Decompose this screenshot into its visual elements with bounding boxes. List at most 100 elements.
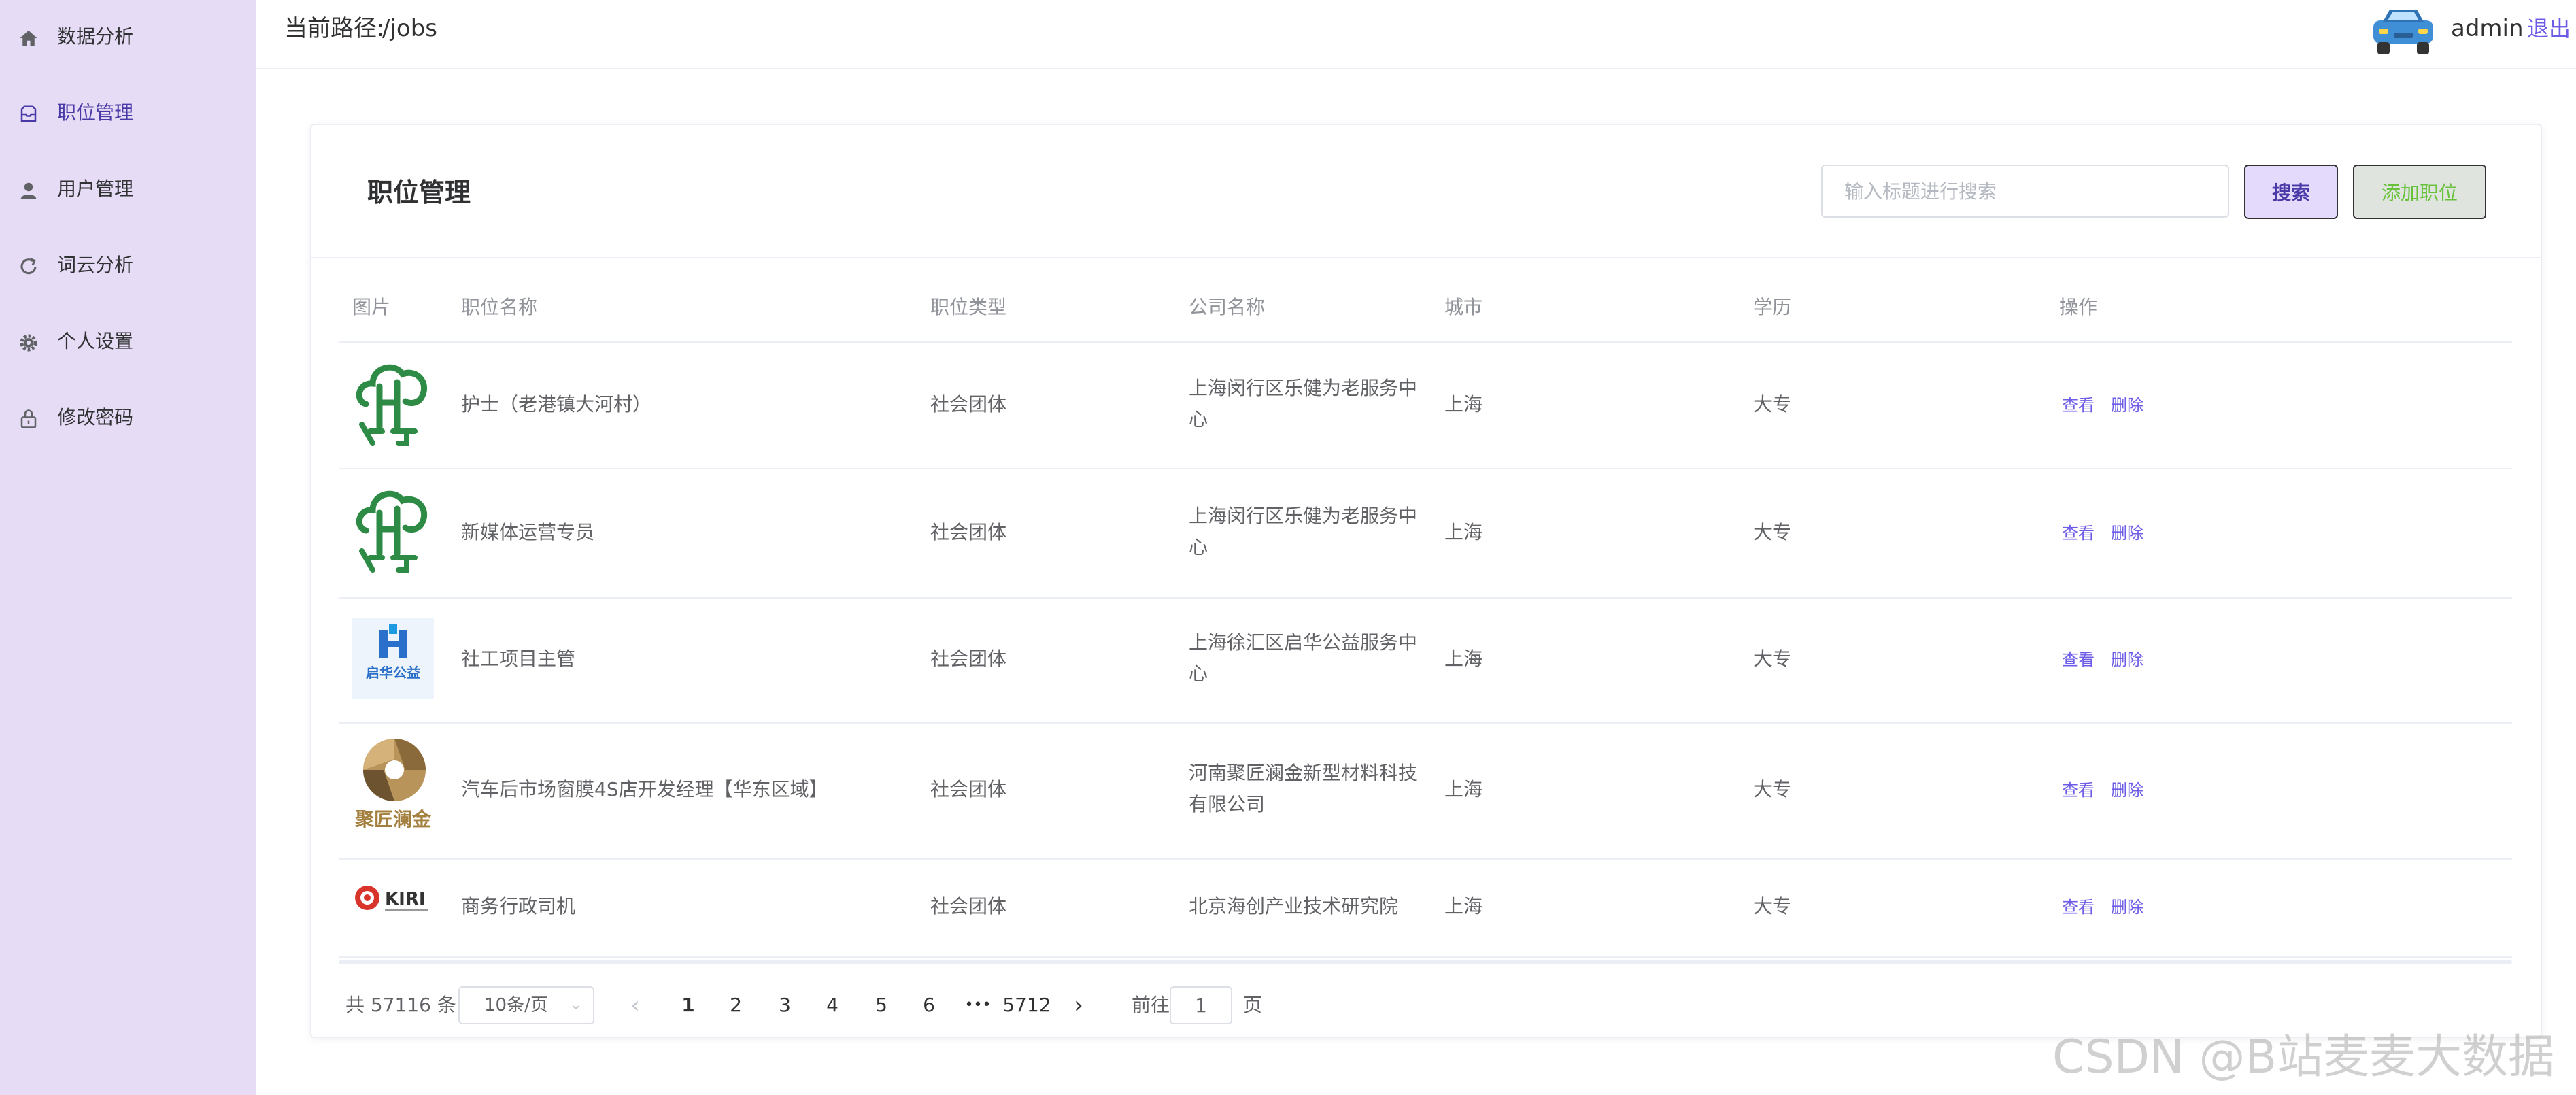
table-row: KIRI 商务行政司机 社会团体 北京海创产业技术研究院 上海 大专 查看 删除: [339, 858, 2512, 958]
city: 上海: [1444, 393, 1483, 416]
card-header: 职位管理 搜索 添加职位: [311, 125, 2541, 258]
page-number[interactable]: 2: [717, 986, 755, 1024]
inbox-icon: [15, 101, 42, 128]
company-name-line1: 上海闵行区乐健为老服务中: [1189, 505, 1418, 527]
watermark: CSDN @B站麦麦大数据: [2052, 1030, 2555, 1084]
company-name-line1: 北京海创产业技术研究院: [1189, 895, 1399, 917]
education: 大专: [1753, 647, 1792, 670]
sidebar-item-users[interactable]: 用户管理: [0, 152, 256, 229]
sidebar-item-wordcloud[interactable]: 词云分析: [0, 229, 256, 305]
lt-green-logo: [352, 488, 434, 573]
goto-page-input[interactable]: [1170, 986, 1232, 1024]
page-number[interactable]: 5: [862, 986, 900, 1024]
avatar[interactable]: [2369, 5, 2437, 57]
company-name-line1: 河南聚匠澜金新型材料科技: [1189, 762, 1418, 784]
education: 大专: [1753, 521, 1792, 543]
logout-link[interactable]: 退出: [2527, 12, 2571, 45]
view-button[interactable]: 查看: [2062, 392, 2095, 419]
page-number[interactable]: 5712: [1002, 986, 1051, 1024]
company-name-line2: 有限公司: [1189, 793, 1266, 815]
qihua-logo: 启华公益: [352, 618, 434, 699]
job-title: 新媒体运营专员: [461, 521, 595, 543]
sidebar-item-label: 用户管理: [57, 178, 134, 200]
sidebar-item-label: 个人设置: [57, 330, 134, 352]
sidebar-item-label: 词云分析: [57, 254, 134, 276]
page-number[interactable]: 6: [910, 986, 948, 1024]
svg-text:启华公益: 启华公益: [366, 664, 420, 681]
job-title: 护士（老港镇大河村）: [461, 393, 652, 416]
user-icon: [15, 177, 42, 204]
city: 上海: [1444, 521, 1483, 543]
delete-button[interactable]: 删除: [2111, 777, 2143, 804]
prev-page-button[interactable]: ‹: [616, 986, 654, 1024]
sidebar-item-label: 修改密码: [57, 406, 134, 428]
username: admin: [2451, 15, 2524, 42]
city: 上海: [1444, 895, 1483, 917]
page-size-value: 10条/页: [484, 995, 548, 1015]
top-header: 当前路径: /jobs admin 退出: [256, 0, 2576, 69]
next-page-button[interactable]: ›: [1060, 986, 1098, 1024]
view-button[interactable]: 查看: [2062, 520, 2095, 547]
svg-text:聚匠澜金: 聚匠澜金: [354, 808, 432, 830]
sidebar-item-jobs[interactable]: 职位管理: [0, 76, 256, 152]
job-title: 汽车后市场窗膜4S店开发经理【华东区域】: [461, 778, 828, 801]
company-name-line2: 心: [1189, 662, 1208, 685]
svg-text:KIRI: KIRI: [385, 889, 426, 909]
view-button[interactable]: 查看: [2062, 646, 2095, 673]
goto-label: 前往: [1132, 994, 1170, 1016]
jobs-card: 职位管理 搜索 添加职位 图片 职位名称 职位类型 公司名称 城市 学历 操作 …: [310, 124, 2542, 1038]
column-header-city: 城市: [1444, 296, 1483, 318]
job-type: 社会团体: [930, 521, 1007, 543]
table-row: 新媒体运营专员 社会团体 上海闵行区乐健为老服务中 心 上海 大专 查看 删除: [339, 468, 2512, 599]
sidebar-item-data-analysis[interactable]: 数据分析: [0, 0, 256, 76]
sidebar: 数据分析 职位管理 用户管理 词云分析 个人设置 修改密码: [0, 0, 256, 1095]
delete-button[interactable]: 删除: [2111, 894, 2143, 921]
education: 大专: [1753, 393, 1792, 416]
jujiang-logo: 聚匠澜金: [352, 736, 434, 831]
home-icon: [15, 24, 42, 52]
city: 上海: [1444, 647, 1483, 670]
page-size-select[interactable]: 10条/页 ⌄: [458, 986, 594, 1024]
column-header-actions: 操作: [2059, 296, 2098, 318]
more-pages-ellipsis[interactable]: •••: [959, 986, 997, 1024]
sidebar-item-settings[interactable]: 个人设置: [0, 305, 256, 381]
sidebar-item-label: 职位管理: [57, 101, 134, 124]
page-number[interactable]: 3: [766, 986, 804, 1024]
company-name-line1: 上海闵行区乐健为老服务中: [1189, 377, 1418, 399]
table-header: 图片 职位名称 职位类型 公司名称 城市 学历 操作: [339, 279, 2512, 343]
delete-button[interactable]: 删除: [2111, 520, 2143, 547]
education: 大专: [1753, 895, 1792, 917]
job-type: 社会团体: [930, 895, 1007, 917]
lt-green-logo: [352, 362, 434, 446]
city: 上海: [1444, 778, 1483, 801]
gear-icon: [15, 329, 42, 356]
page-title: 职位管理: [367, 178, 471, 207]
job-title: 社工项目主管: [461, 647, 576, 670]
job-title: 商务行政司机: [461, 895, 576, 917]
add-job-button[interactable]: 添加职位: [2353, 165, 2486, 219]
company-name-line2: 心: [1189, 536, 1208, 558]
refresh-icon: [15, 253, 42, 280]
page-number[interactable]: 1: [669, 986, 707, 1024]
delete-button[interactable]: 删除: [2111, 392, 2143, 419]
education: 大专: [1753, 778, 1792, 801]
job-type: 社会团体: [930, 393, 1007, 416]
company-name-line1: 上海徐汇区启华公益服务中: [1189, 631, 1418, 654]
delete-button[interactable]: 删除: [2111, 646, 2143, 673]
sidebar-item-password[interactable]: 修改密码: [0, 381, 256, 457]
chevron-down-icon: ⌄: [569, 996, 582, 1013]
table-horizontal-scrollbar[interactable]: [339, 960, 2512, 964]
table-row: 护士（老港镇大河村） 社会团体 上海闵行区乐健为老服务中 心 上海 大专 查看 …: [339, 341, 2512, 469]
column-header-type: 职位类型: [930, 296, 1007, 318]
table-row: 启华公益 社工项目主管 社会团体 上海徐汇区启华公益服务中 心 上海 大专 查看…: [339, 597, 2512, 724]
view-button[interactable]: 查看: [2062, 894, 2095, 921]
kiri-logo: KIRI: [352, 883, 434, 917]
view-button[interactable]: 查看: [2062, 777, 2095, 804]
sidebar-item-label: 数据分析: [57, 25, 134, 48]
search-button[interactable]: 搜索: [2244, 165, 2338, 219]
search-input[interactable]: [1821, 165, 2229, 218]
column-header-company: 公司名称: [1189, 296, 1266, 318]
page-number[interactable]: 4: [813, 986, 851, 1024]
company-name-line2: 心: [1189, 408, 1208, 431]
pagination-total: 共 57116 条: [345, 994, 456, 1016]
